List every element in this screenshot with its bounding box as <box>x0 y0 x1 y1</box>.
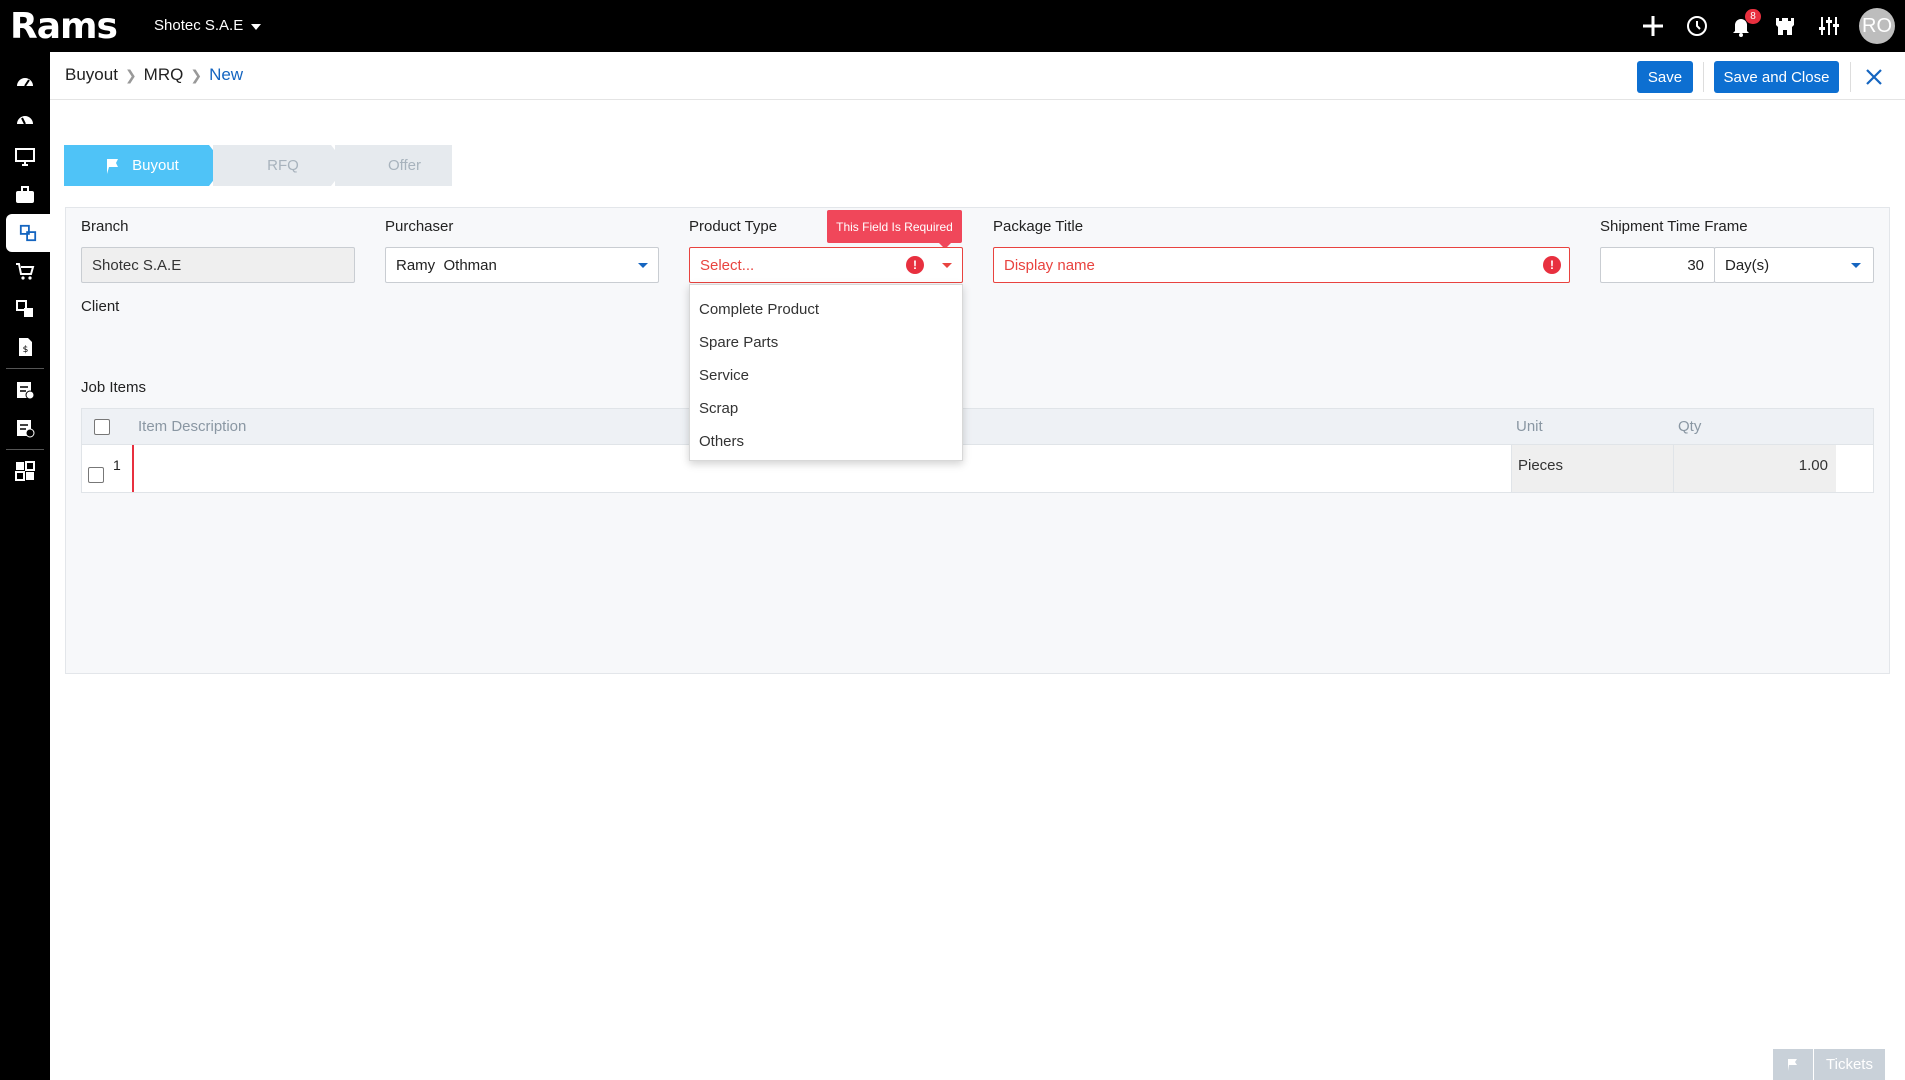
report-icon[interactable] <box>0 409 50 447</box>
cart-icon[interactable] <box>0 252 50 290</box>
job-items-table: Item Description Unit Qty 1 Pieces 1.00 <box>81 408 1874 493</box>
briefcase-icon[interactable] <box>0 176 50 214</box>
logo-text: Rams <box>10 5 118 47</box>
package-title-placeholder: Display name <box>1004 256 1095 274</box>
select-all-checkbox[interactable] <box>94 419 110 435</box>
checklist-icon[interactable] <box>0 371 50 409</box>
left-sidebar: $ <box>0 52 50 1080</box>
history-icon[interactable] <box>1675 0 1719 52</box>
header-divider <box>1703 62 1704 92</box>
chevron-right-icon: ❯ <box>190 66 203 83</box>
job-items-label: Job Items <box>81 379 147 396</box>
step-label: Buyout <box>132 157 179 174</box>
product-type-placeholder: Select... <box>700 256 755 274</box>
company-name: Shotec S.A.E <box>154 17 244 34</box>
product-type-select[interactable]: Select... ! <box>689 247 963 283</box>
shipment-unit-select[interactable]: Day(s) <box>1714 247 1874 283</box>
branch-label: Branch <box>81 218 129 235</box>
breadcrumb-current: New <box>209 65 244 84</box>
app-logo[interactable]: Rams <box>10 4 118 48</box>
tickets-label: Tickets <box>1826 1056 1873 1073</box>
product-type-dropdown: Complete Product Spare Parts Service Scr… <box>689 284 963 461</box>
option-complete-product[interactable]: Complete Product <box>690 293 962 326</box>
row-index: 1 <box>113 457 121 473</box>
page-header: Buyout ❯ MRQ ❯ New Save Save and Close <box>50 52 1905 100</box>
package-title-label: Package Title <box>993 218 1084 235</box>
close-icon[interactable] <box>1861 64 1887 90</box>
required-tooltip: This Field Is Required <box>827 210 962 249</box>
breadcrumb: Buyout ❯ MRQ ❯ New <box>65 65 243 85</box>
invoice-icon[interactable]: $ <box>0 328 50 366</box>
flag-icon <box>1773 1058 1813 1072</box>
column-qty: Qty <box>1678 418 1702 435</box>
grid-apps-icon[interactable] <box>0 452 50 490</box>
branch-field: Shotec S.A.E <box>81 247 355 283</box>
table-header: Item Description Unit Qty <box>81 408 1874 445</box>
settings-sliders-icon[interactable] <box>1807 0 1851 52</box>
branch-value: Shotec S.A.E <box>92 256 182 274</box>
chevron-down-icon <box>251 24 262 30</box>
column-description: Item Description <box>138 418 247 435</box>
sidebar-divider <box>6 368 44 369</box>
svg-text:$: $ <box>23 345 29 355</box>
buyout-nav-icon[interactable] <box>6 214 50 252</box>
breadcrumb-mrq[interactable]: MRQ <box>144 65 184 85</box>
add-icon[interactable] <box>1631 0 1675 52</box>
package-title-input[interactable]: Display name ! <box>993 247 1570 283</box>
step-label: RFQ <box>267 157 299 174</box>
product-type-label: Product Type <box>689 218 778 235</box>
top-bar: Rams Shotec S.A.E 8 RO <box>0 0 1905 52</box>
shipment-value-input[interactable]: 30 <box>1600 247 1715 283</box>
error-icon: ! <box>906 256 924 274</box>
chevron-down-icon <box>1851 263 1861 268</box>
header-divider <box>1850 62 1851 92</box>
chevron-down-icon <box>638 263 648 268</box>
qty-cell[interactable]: 1.00 <box>1673 445 1836 492</box>
option-others[interactable]: Others <box>690 425 962 458</box>
purchaser-label: Purchaser <box>385 218 454 235</box>
error-icon: ! <box>1543 256 1561 274</box>
user-avatar[interactable]: RO <box>1859 8 1895 44</box>
purchaser-select[interactable]: Ramy Othman <box>385 247 659 283</box>
dashboard-alt-icon[interactable] <box>0 100 50 138</box>
castle-icon[interactable] <box>1763 0 1807 52</box>
step-rfq[interactable]: RFQ <box>213 145 347 186</box>
row-checkbox[interactable] <box>88 467 104 483</box>
step-buyout[interactable]: Buyout <box>64 145 225 186</box>
option-service[interactable]: Service <box>690 359 962 392</box>
monitor-icon[interactable] <box>0 138 50 176</box>
client-label: Client <box>81 298 120 315</box>
save-and-close-button[interactable]: Save and Close <box>1714 61 1839 93</box>
company-selector[interactable]: Shotec S.A.E <box>154 17 262 34</box>
progress-stepper: Buyout RFQ Offer <box>64 145 452 186</box>
notification-badge: 8 <box>1745 9 1761 24</box>
save-button[interactable]: Save <box>1637 61 1693 93</box>
flag-icon <box>107 158 119 174</box>
option-spare-parts[interactable]: Spare Parts <box>690 326 962 359</box>
step-label: Offer <box>387 157 422 174</box>
tickets-divider <box>1813 1049 1814 1080</box>
modules-icon[interactable] <box>0 290 50 328</box>
unit-cell: Pieces <box>1511 445 1673 492</box>
chevron-right-icon: ❯ <box>124 66 137 83</box>
shipment-value: 30 <box>1687 256 1704 274</box>
shipment-label: Shipment Time Frame <box>1600 218 1748 235</box>
option-scrap[interactable]: Scrap <box>690 392 962 425</box>
chevron-down-icon <box>942 263 952 268</box>
notifications-bell-icon[interactable]: 8 <box>1719 0 1763 52</box>
shipment-unit: Day(s) <box>1725 256 1770 274</box>
purchaser-value: Ramy Othman <box>396 256 497 274</box>
step-offer[interactable]: Offer <box>335 145 452 186</box>
breadcrumb-buyout[interactable]: Buyout <box>65 65 118 85</box>
tickets-button[interactable]: Tickets <box>1773 1049 1885 1080</box>
sidebar-divider <box>6 449 44 450</box>
top-icons: 8 RO <box>1631 0 1905 52</box>
dashboard-icon[interactable] <box>0 62 50 100</box>
table-row: 1 Pieces 1.00 <box>81 445 1874 493</box>
column-unit: Unit <box>1516 418 1543 435</box>
